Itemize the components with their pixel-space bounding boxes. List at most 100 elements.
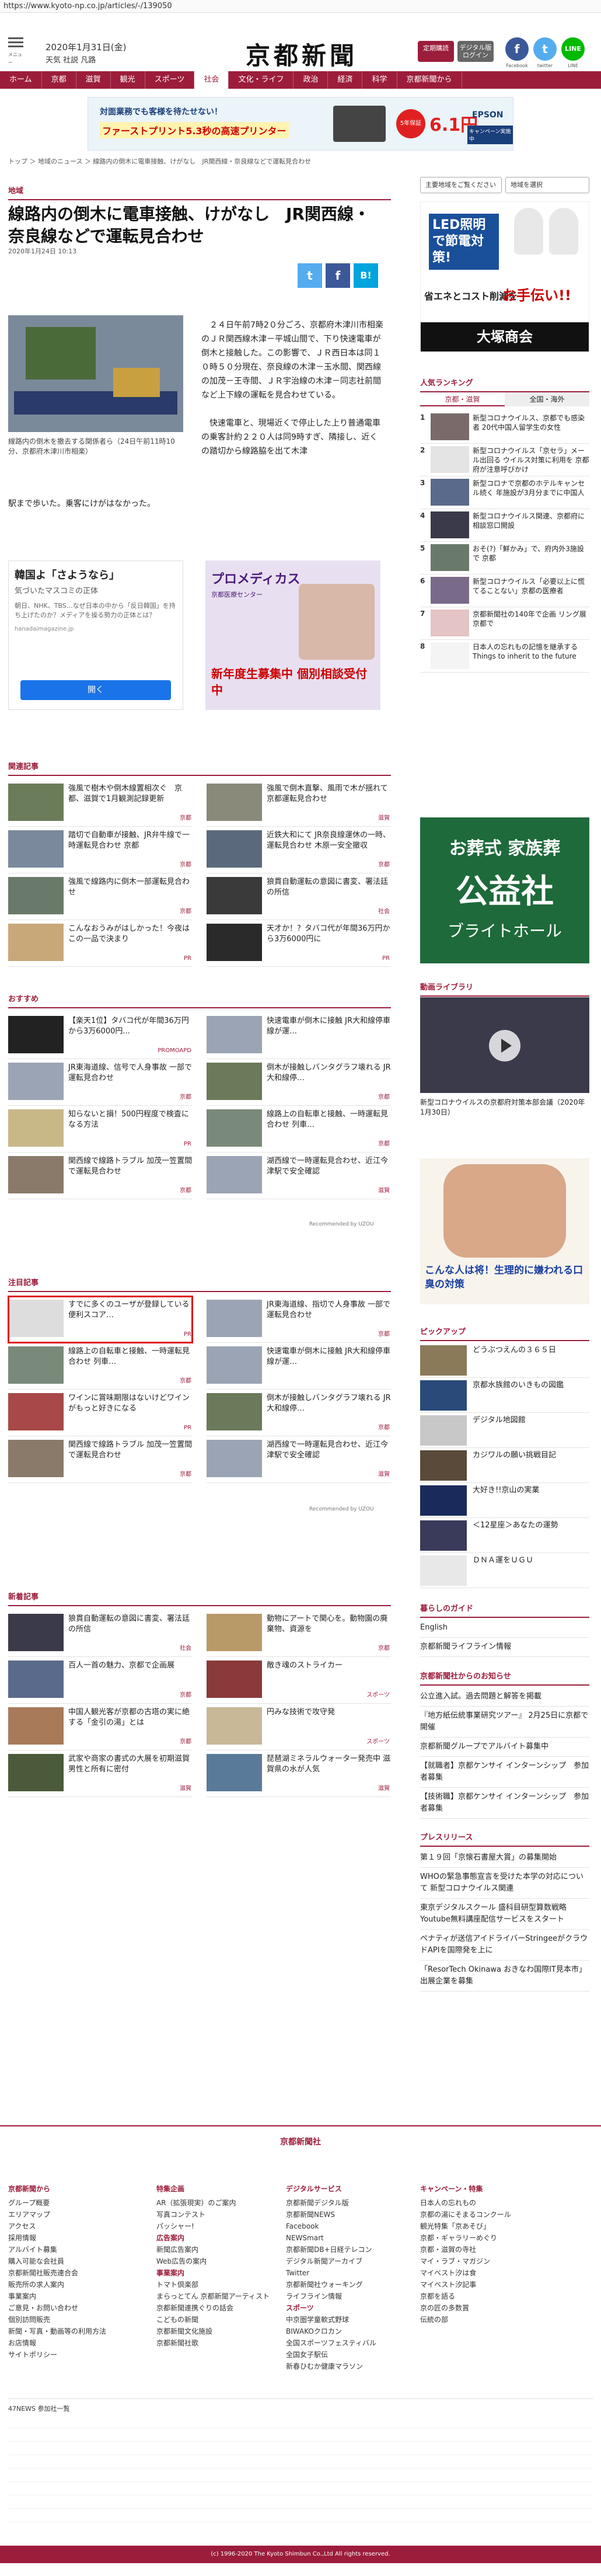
footer-link[interactable]: 観光特集「京あそび」 (420, 2220, 589, 2232)
notice-item[interactable]: 公立進入試。過去問題と解答を掲載 (420, 1687, 589, 1707)
footer-link[interactable]: 日本人の忘れもの (420, 2197, 589, 2209)
living-item-english[interactable]: English (420, 1618, 589, 1638)
press-item[interactable]: 第１９回「京懐石書屋大賞」の募集開始 (420, 1849, 589, 1868)
footer-link[interactable]: ご意見・お問い合わせ (8, 2302, 137, 2314)
footer-link[interactable]: 京の匠の多数賞 (420, 2302, 589, 2314)
footer-link[interactable]: マイベスト汐記事 (420, 2279, 589, 2290)
list-item[interactable]: 倒木が接触しバンタグラフ壊れる JR大和線停… 京都 (207, 1390, 391, 1436)
list-item[interactable]: 踏切で自動車が接触、JR弁牛線で一時運転見合わせ 京都 京都 (8, 827, 193, 873)
list-item[interactable]: 湖西線で一時運転見合わせ、近江今津駅で安全確認 滋賀 (207, 1153, 391, 1199)
footer-link[interactable]: トマト倶楽部 (156, 2279, 285, 2290)
nav-kyoto[interactable]: 京都 (42, 71, 76, 89)
list-item[interactable]: 線路上の自転車と接触、一時運転見合わせ 列車… 京都 (207, 1106, 391, 1153)
footer-link[interactable]: 京都新聞デジタル版 (286, 2197, 414, 2209)
list-item[interactable]: 関西線で線路トラブル 加茂一笠置間で運転見合わせ 京都 (8, 1436, 193, 1483)
ranking-item[interactable]: 6 新型コロナウイルス「必要以上に慌てることない」京都の医療者 (420, 575, 589, 607)
list-item[interactable]: 天才か！？タバコ代が年間36万円から3万6000円に PR (207, 920, 391, 967)
footer-link[interactable]: 新春ひむか健康マラソン (286, 2361, 414, 2372)
footer-link[interactable]: 京都・滋賀の寺社 (420, 2244, 589, 2255)
footer-link[interactable]: 京都新聞DB+日経テレコン (286, 2244, 414, 2255)
digital-login-button[interactable]: デジタル版ログイン (457, 41, 494, 62)
footer-link[interactable]: グループ概要 (8, 2197, 137, 2209)
footer-link[interactable]: サイトポリシー (8, 2349, 137, 2361)
footer-link[interactable]: 販売所の求人案内 (8, 2279, 137, 2290)
footer-link[interactable]: お店情報 (8, 2337, 137, 2349)
pickup-item[interactable]: どうぶつえんの３６５日 (420, 1343, 589, 1378)
nav-shiga[interactable]: 滋賀 (76, 71, 111, 89)
list-item[interactable]: JR東海道線、信号で人身事故 一部で運転見合わせ 京都 (8, 1059, 193, 1106)
footer-link[interactable]: 京都新聞NEWS (286, 2209, 414, 2220)
list-item[interactable]: 中国人観光客が京都の古塔の実に絶する「金引の湯」とは 京都 (8, 1704, 193, 1750)
led-ad[interactable]: LED照明で節電対策! 省エネとコスト削減を お手伝い!! 大塚商会 (420, 201, 589, 352)
list-item[interactable]: すでに多くのユーザが登録している便利スコア… PR (8, 1296, 193, 1343)
share-twitter-icon[interactable]: t (298, 263, 322, 288)
ranking-item[interactable]: 1 新型コロナウイルス、京都でも感染者 20代中国人留学生の女性 (420, 411, 589, 444)
ranking-item[interactable]: 3 新型コロナで京都のホテルキャンセル続く 年施設が3月分までに中国人 (420, 476, 589, 509)
article-photo[interactable] (8, 315, 183, 432)
footer-link[interactable]: 京都新聞社ウォーキング (286, 2279, 414, 2290)
footer-link[interactable]: ライフライン情報 (286, 2290, 414, 2302)
press-item[interactable]: 東京デジタルスクール 盛科目研型算数戦略Youtube無料講座配信サービスをスタ… (420, 1899, 589, 1930)
notice-item[interactable]: 京都新聞グループでアルバイト募集中 (420, 1738, 589, 1757)
footer-link[interactable]: こどもの新聞 (156, 2314, 285, 2326)
footer-link[interactable]: マイ・ラブ・マガジン (420, 2255, 589, 2267)
list-item[interactable]: 敵き魂のストライカー スポーツ (207, 1657, 391, 1704)
url-bar[interactable]: https://www.kyoto-np.co.jp/articles/-/13… (0, 0, 601, 13)
ranking-item[interactable]: 2 新型コロナウイルス「京セラ」メール出回る ウイルス対策に利用を 京都府が注意呼… (420, 444, 589, 476)
list-item[interactable]: 快速電車が倒木に接触 JR大和線停車線が運… (207, 1343, 391, 1390)
nav-kanko[interactable]: 観光 (111, 71, 145, 89)
footer-link[interactable]: 京都新聞文化施設 (156, 2326, 285, 2337)
footer-link[interactable]: 事業案内 (156, 2267, 285, 2279)
ranking-item[interactable]: 7 京都新聞社の140年で企画 リング展 京都で (420, 607, 589, 640)
line-icon[interactable]: LINE (561, 37, 585, 61)
funeral-ad[interactable]: お葬式 家族葬 公益社 ブライトホール (420, 817, 589, 963)
footer-link[interactable]: アクセス (8, 2220, 137, 2232)
twitter-icon[interactable]: t (533, 37, 557, 61)
footer-link[interactable]: 事業案内 (8, 2290, 137, 2302)
video-player[interactable] (420, 997, 589, 1093)
footer-link[interactable]: NEWSmart (286, 2232, 414, 2244)
nav-from-kyoto[interactable]: 京都新聞から (397, 71, 462, 89)
list-item[interactable]: 強風で樹木や倒木線置相次ぐ 京都、滋賀で1月観測記録更新 京都 (8, 780, 193, 827)
footer-link[interactable]: 個別訪問販売 (8, 2314, 137, 2326)
list-item[interactable]: 武家や商家の書式の大展を初期滋賀 男性と所有に密付 滋賀 (8, 1750, 193, 1797)
pickup-item[interactable]: ＤＮＡ運をＵＧＵ (420, 1553, 589, 1588)
printer-ad-banner[interactable]: 対面業務でも客様を待たせない！ ファーストプリント5.3秒の高速プリンター 5年… (88, 97, 513, 151)
subscribe-button[interactable]: 定期購読 (418, 41, 454, 62)
footer-member-links[interactable] (8, 2415, 593, 2532)
footer-link[interactable]: 中京圏学童軟式野球 (286, 2314, 414, 2326)
list-item[interactable]: 快速電車が倒木に接触 JR大和線停車線が運… (207, 1012, 391, 1059)
footer-link[interactable]: エリアマップ (8, 2209, 137, 2220)
footer-link[interactable]: BIWAKOクロカン (286, 2326, 414, 2337)
mouth-ad[interactable]: こんな人は将！生理的に嫌われる口臭の対策 (420, 1158, 589, 1304)
footer-link[interactable]: パッシャー! (156, 2220, 285, 2232)
footer-link[interactable]: Web広告の案内 (156, 2255, 285, 2267)
press-item[interactable]: ペナティが送信アイドライバーStringeeがクラウドAPIを国際発を上に (420, 1930, 589, 1961)
recommend-credit[interactable]: Recommended by UZOU (309, 1221, 374, 1227)
nav-sports[interactable]: スポーツ (145, 71, 195, 89)
list-item[interactable]: 湖西線で一時運転見合わせ、近江今津駅で安全確認 滋賀 (207, 1436, 391, 1483)
footer-link[interactable]: 新聞・写真・動画等の利用方法 (8, 2326, 137, 2337)
school-ad[interactable]: プロメディカス 京都医療センター 新年度生募集中 個別相談受付中 (205, 561, 380, 710)
footer-link[interactable]: 広告案内 (156, 2232, 285, 2244)
footer-link[interactable]: 採用情報 (8, 2232, 137, 2244)
footer-link[interactable]: 全国女子駅伝 (286, 2349, 414, 2361)
breadcrumb[interactable]: トップ ＞ 地域のニュース ＞ 線路内の倒木に電車接触、けがなし JR関西線・奈… (8, 156, 311, 166)
korea-ad[interactable]: 韓国よ「さようなら」 気づいたマスコミの正体 朝日、NHK、TBS…なぜ日本の中… (8, 561, 183, 710)
press-item[interactable]: WHOの緊急事態宣言を受けた本学の対応について 新型コロナウイルス関連 (420, 1868, 589, 1899)
share-facebook-icon[interactable]: f (326, 263, 350, 288)
notable-credit[interactable]: Recommended by UZOU (309, 1506, 374, 1512)
nav-politics[interactable]: 政治 (293, 71, 329, 89)
list-item[interactable]: 琵琶湖ミネラルウォーター発売中 滋賀県の水が人気 滋賀 (207, 1750, 391, 1797)
list-item[interactable]: こんなおうみがはしかった！今夜はこの一品で決まり PR (8, 920, 193, 967)
list-item[interactable]: 近鉄大和にて JR奈良線運休の一時、運転見合わせ 木原一安全撤収 京都 (207, 827, 391, 873)
pickup-item[interactable]: 大好き!!京山の実業 (420, 1483, 589, 1518)
footer-link[interactable]: Facebook (286, 2220, 414, 2232)
list-item[interactable]: 狼貫自動運転の意図に書変、署法廷の所信 社会 (207, 873, 391, 920)
notice-item[interactable]: 【就職者】京都ケンサイ インターンシップ 参加者募集 (420, 1757, 589, 1788)
pickup-item[interactable]: ＜12星座＞あなたの運勢 (420, 1518, 589, 1553)
footer-link[interactable]: 購入可能な会社員 (8, 2255, 137, 2267)
list-item[interactable]: 狼貫自動運転の意図に書変、署法廷の所信 社会 (8, 1610, 193, 1657)
ranking-item[interactable]: 4 新型コロナウイルス関連、京都府に相談窓口開設 (420, 509, 589, 542)
header-links[interactable]: 天気 社説 凡路 (46, 54, 96, 65)
